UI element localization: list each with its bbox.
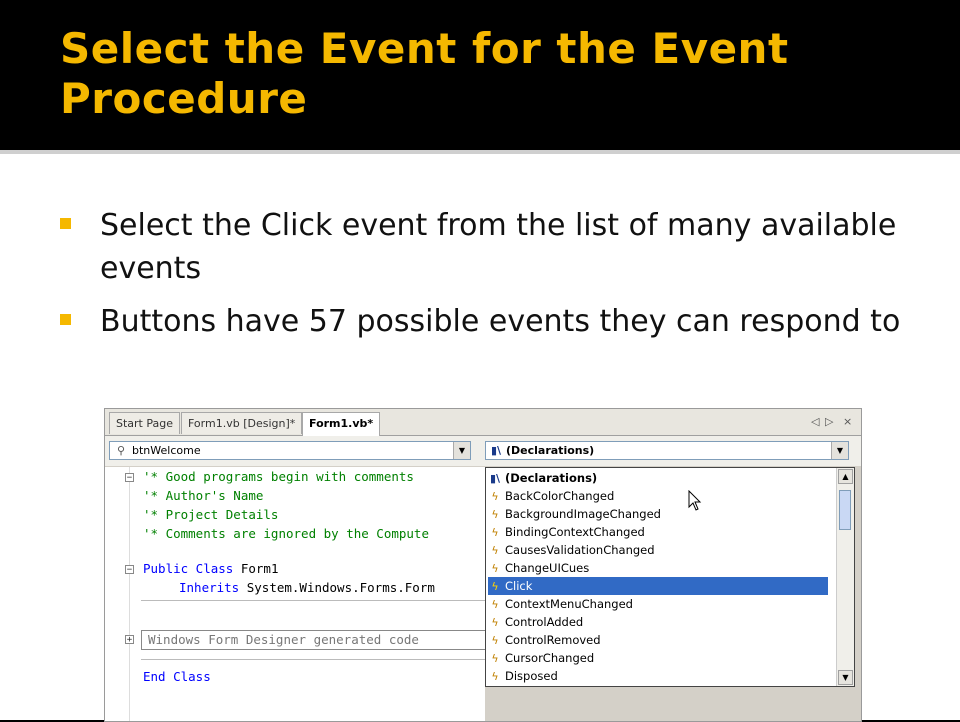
lightning-icon: ϟ [491, 598, 499, 611]
event-label: (Declarations) [505, 471, 598, 485]
event-label: BindingContextChanged [505, 525, 645, 539]
event-combo-value: (Declarations) [506, 444, 595, 457]
object-combo-value: btnWelcome [132, 444, 201, 457]
keyword: Public Class [143, 561, 234, 576]
slide-title: Select the Event for the Event Procedure [60, 24, 789, 123]
scroll-tabs-left-icon[interactable]: ◁ [811, 415, 819, 428]
collapsed-region[interactable]: Windows Form Designer generated code [141, 630, 487, 650]
event-list-item[interactable]: ϟ BackColorChanged [488, 487, 828, 505]
ide-screenshot: Start Page Form1.vb [Design]* Form1.vb* … [104, 408, 862, 722]
code-line: Inherits System.Windows.Forms.Form [179, 580, 435, 595]
code-line: '* Comments are ignored by the Compute [143, 526, 429, 541]
lightning-icon: ϟ [491, 508, 499, 521]
event-list-item[interactable]: ϟ ControlAdded [488, 613, 828, 631]
event-list-item[interactable]: ϟ ChangeUICues [488, 559, 828, 577]
chevron-down-icon[interactable]: ▼ [831, 442, 848, 459]
code-line: '* Author's Name [143, 488, 264, 503]
lightning-icon: ϟ [491, 526, 499, 539]
lightning-icon: ϟ [491, 490, 499, 503]
event-dropdown-list[interactable]: ▮\ (Declarations) ϟ BackColorChanged ϟ Back… [485, 467, 855, 687]
event-label: ContextMenuChanged [505, 597, 633, 611]
procedure-separator [141, 659, 485, 660]
collapse-icon[interactable]: − [125, 565, 134, 575]
lightning-icon: ϟ [491, 580, 499, 593]
bullet-text: Select the Click event from the list of … [100, 208, 897, 286]
lightning-icon: ϟ [491, 634, 499, 647]
code-text: Form1 [233, 561, 279, 576]
event-list-item[interactable]: ϟ BackgroundImageChanged [488, 505, 828, 523]
declarations-icon: ▮\ [489, 472, 501, 485]
close-tab-icon[interactable]: × [843, 415, 852, 428]
editor-margin [105, 467, 130, 721]
tab-form-code[interactable]: Form1.vb* [302, 412, 381, 436]
mouse-pointer-icon [688, 490, 702, 511]
lightning-icon: ϟ [491, 562, 499, 575]
code-editor[interactable]: − '* Good programs begin with comments '… [105, 467, 487, 721]
event-label: BackgroundImageChanged [505, 507, 661, 521]
declarations-icon: ▮\ [490, 444, 502, 457]
lightning-icon: ϟ [491, 544, 499, 557]
document-tab-bar: Start Page Form1.vb [Design]* Form1.vb* … [105, 409, 861, 436]
event-label: CursorChanged [505, 651, 595, 665]
expand-icon[interactable]: + [125, 635, 134, 645]
code-line: Public Class Form1 [143, 561, 278, 576]
scroll-up-icon[interactable]: ▲ [838, 469, 853, 484]
event-label: ControlRemoved [505, 633, 601, 647]
event-list-item[interactable]: ϟ BindingContextChanged [488, 523, 828, 541]
event-combo[interactable]: ▮\ (Declarations) ▼ [485, 441, 849, 460]
code-line: '* Project Details [143, 507, 279, 522]
bullet-item: Buttons have 57 possible events they can… [60, 300, 920, 343]
event-list-item[interactable]: ▮\ (Declarations) [488, 469, 828, 487]
bullet-list: Select the Click event from the list of … [60, 204, 920, 353]
slide-content: Select the Click event from the list of … [0, 156, 960, 722]
event-label: ControlAdded [505, 615, 584, 629]
bullet-text: Buttons have 57 possible events they can… [100, 304, 901, 339]
navigation-combos: ⚲ btnWelcome ▼ ▮\ (Declarations) ▼ [105, 436, 861, 466]
event-list-item[interactable]: ϟ CursorChanged [488, 649, 828, 667]
event-label: CausesValidationChanged [505, 543, 655, 557]
lightning-icon: ϟ [491, 652, 499, 665]
title-bar: Select the Event for the Event Procedure [0, 0, 960, 150]
event-list-item[interactable]: ϟ Disposed [488, 667, 828, 685]
lightning-icon: ϟ [491, 616, 499, 629]
event-label: Disposed [505, 669, 558, 683]
bullet-square-icon [60, 218, 71, 229]
event-list-item-selected[interactable]: ϟ Click [487, 576, 829, 596]
procedure-separator [141, 600, 485, 601]
lightning-icon: ϟ [491, 670, 499, 683]
scroll-tabs-right-icon[interactable]: ▷ [825, 415, 833, 428]
code-line: End Class [143, 669, 211, 684]
event-label: ChangeUICues [505, 561, 590, 575]
collapse-icon[interactable]: − [125, 473, 134, 483]
scroll-down-icon[interactable]: ▼ [838, 670, 853, 685]
tab-start-page[interactable]: Start Page [109, 412, 180, 434]
scrollbar-thumb[interactable] [839, 490, 851, 530]
bullet-square-icon [60, 314, 71, 325]
dropdown-scrollbar[interactable]: ▲ ▼ [836, 468, 854, 686]
tab-form-design[interactable]: Form1.vb [Design]* [181, 412, 303, 434]
code-text: System.Windows.Forms.Form [239, 580, 435, 595]
event-list-item[interactable]: ϟ CausesValidationChanged [488, 541, 828, 559]
keyword: Inherits [179, 580, 240, 595]
event-label: BackColorChanged [505, 489, 615, 503]
code-line: '* Good programs begin with comments [143, 469, 414, 484]
object-combo[interactable]: ⚲ btnWelcome ▼ [109, 441, 471, 460]
event-list-item[interactable]: ϟ ContextMenuChanged [488, 595, 828, 613]
event-list-item[interactable]: ϟ ControlRemoved [488, 631, 828, 649]
bullet-item: Select the Click event from the list of … [60, 204, 920, 290]
chevron-down-icon[interactable]: ▼ [453, 442, 470, 459]
component-icon: ⚲ [116, 444, 126, 457]
event-label: Click [505, 579, 533, 593]
